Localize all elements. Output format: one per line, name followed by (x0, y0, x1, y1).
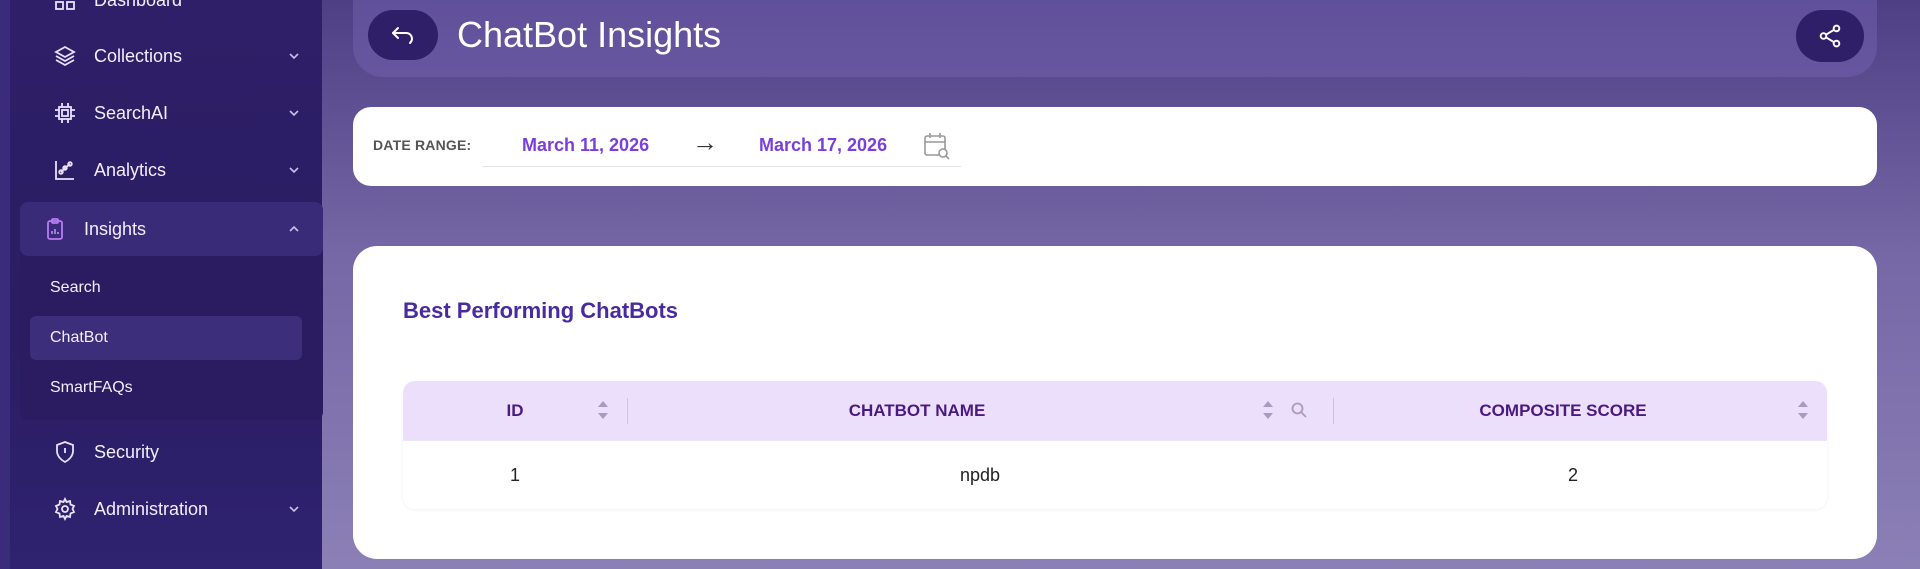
sidebar-subitem-search[interactable]: Search (30, 266, 302, 310)
card-title: Best Performing ChatBots (403, 298, 679, 323)
clipboard-chart-icon (42, 216, 68, 242)
sidebar-item-label: SearchAI (94, 102, 169, 123)
column-header-chatbot-name[interactable]: CHATBOT NAME (627, 381, 1207, 440)
sidebar-subitem-smartfaqs[interactable]: SmartFAQs (30, 366, 302, 410)
sort-icon[interactable] (1262, 399, 1274, 421)
sidebar-item-searchai[interactable]: SearchAI (20, 86, 323, 140)
date-range-arrow: → (692, 127, 718, 157)
chip-icon (52, 100, 78, 126)
date-end-input[interactable]: March 17, 2026 (759, 135, 887, 156)
page-title: ChatBot Insights (457, 14, 722, 55)
chevron-down-icon (289, 167, 299, 174)
column-header-id[interactable]: ID (403, 381, 627, 440)
chevron-down-icon (289, 53, 299, 60)
sidebar-item-administration[interactable]: Administration (20, 482, 323, 536)
table-header: ID CHATBOT NAME COMPOSITE SCORE (403, 381, 1827, 440)
dashboard-icon (52, 0, 78, 13)
back-arrow-icon (392, 27, 413, 44)
cell-composite-score: 2 (1567, 465, 1578, 485)
layers-icon (52, 43, 78, 69)
analytics-icon (52, 157, 78, 183)
date-range-card: DATE RANGE: March 11, 2026 → March 17, 2… (353, 107, 1877, 186)
sidebar-item-label: Dashboard (94, 0, 182, 11)
table-row[interactable]: 1 npdb 2 (403, 440, 1827, 509)
sort-icon[interactable] (1797, 399, 1809, 421)
sidebar-item-insights[interactable]: Insights (20, 202, 323, 256)
subitem-label: Search (50, 279, 101, 296)
date-start-input[interactable]: March 11, 2026 (522, 135, 649, 156)
calendar-search-icon[interactable] (923, 131, 951, 161)
sidebar-item-security[interactable]: Security (20, 425, 323, 479)
best-chatbots-card: Best Performing ChatBots ID CHATBOT NAME… (353, 246, 1877, 559)
sidebar: Dashboard Collections SearchAI Analytics… (0, 0, 323, 569)
sidebar-item-label: Analytics (94, 159, 167, 180)
sidebar-item-label: Administration (94, 498, 209, 519)
sort-icon[interactable] (597, 399, 609, 421)
column-header-label: COMPOSITE SCORE (1479, 400, 1647, 420)
sidebar-item-collections[interactable]: Collections (20, 29, 323, 83)
chevron-down-icon (289, 110, 299, 117)
search-icon[interactable] (1290, 401, 1308, 419)
sidebar-item-label: Security (94, 441, 160, 462)
sidebar-item-dashboard[interactable]: Dashboard (20, 0, 323, 27)
column-header-label: ID (506, 400, 524, 420)
chevron-down-icon (289, 506, 299, 513)
subitem-label: SmartFAQs (50, 379, 133, 396)
column-header-label: CHATBOT NAME (848, 400, 986, 420)
share-icon (1819, 24, 1841, 48)
sidebar-item-label: Insights (84, 218, 147, 239)
share-button[interactable] (1796, 10, 1864, 62)
column-header-composite-score[interactable]: COMPOSITE SCORE (1333, 381, 1793, 440)
cell-chatbot-name: npdb (959, 465, 1001, 485)
insights-group: Insights Search ChatBot SmartFAQs (20, 202, 323, 420)
gear-icon (52, 496, 78, 522)
chatbots-table: ID CHATBOT NAME COMPOSITE SCORE 1 npdb 2 (403, 381, 1827, 509)
chevron-up-icon (289, 225, 299, 232)
date-range-label: DATE RANGE: (373, 137, 472, 153)
back-button[interactable] (368, 10, 438, 60)
cell-id: 1 (509, 465, 520, 485)
subitem-label: ChatBot (50, 329, 108, 346)
shield-icon (52, 439, 78, 465)
sidebar-subitem-chatbot[interactable]: ChatBot (30, 316, 302, 360)
sidebar-item-analytics[interactable]: Analytics (20, 143, 323, 197)
sidebar-item-label: Collections (94, 45, 183, 66)
